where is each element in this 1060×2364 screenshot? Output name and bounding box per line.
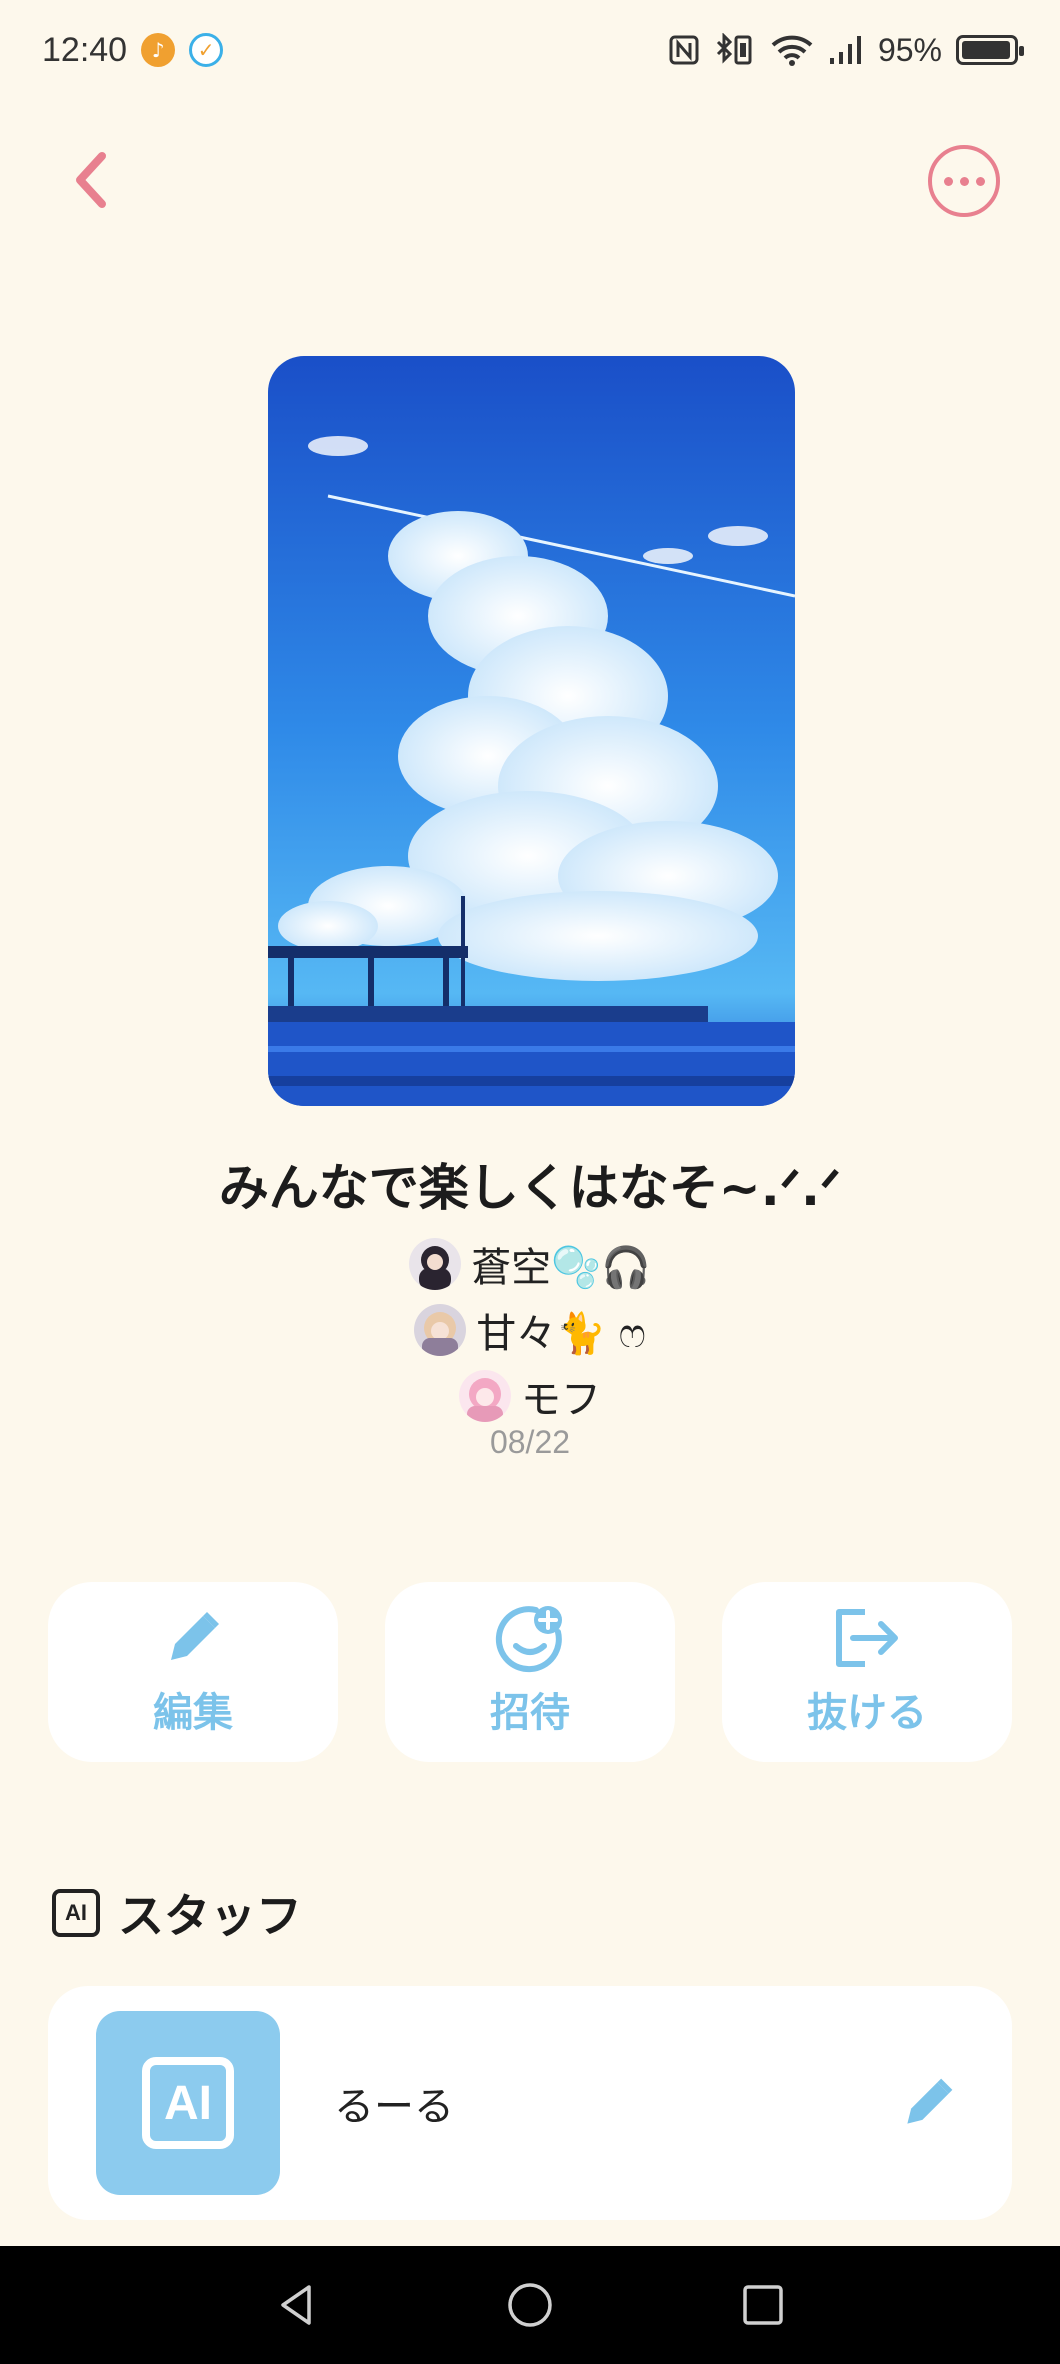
staff-section-heading: AI スタッフ: [52, 1880, 302, 1946]
member-item[interactable]: モフ: [0, 1364, 1060, 1428]
edit-label: 編集: [153, 1690, 233, 1736]
status-right: 95%: [668, 31, 1024, 69]
pencil-icon: [161, 1606, 225, 1670]
staff-avatar: AI: [96, 2011, 280, 2195]
battery-percent: 95%: [877, 31, 942, 68]
room-date: 08/22: [489, 1424, 571, 1460]
bluetooth-vibrate-icon: [714, 33, 756, 67]
ai-badge-icon: AI: [52, 1889, 100, 1937]
member-avatar: [414, 1304, 467, 1356]
back-button[interactable]: [60, 140, 120, 220]
more-button[interactable]: [928, 145, 1000, 217]
member-list: 蒼空🫧🎧 甘々🐈 ෆ モフ: [0, 1232, 1060, 1430]
battery-icon: [956, 35, 1024, 65]
nfc-icon: [668, 34, 700, 66]
triangle-back-icon: [280, 2285, 311, 2325]
nav-back-button[interactable]: [267, 2275, 327, 2335]
member-avatar: [459, 1370, 511, 1422]
nav-recents-button[interactable]: [733, 2275, 793, 2335]
more-dot: [975, 176, 985, 186]
member-avatar: [409, 1238, 462, 1290]
status-left: 12:40 ♪ ✓: [42, 30, 224, 70]
member-name: モフ: [521, 1377, 601, 1423]
system-nav-bar: [0, 2246, 1060, 2364]
signal-icon: [828, 34, 864, 66]
staff-edit-button[interactable]: [892, 2067, 964, 2139]
action-row: 編集 招待 抜ける: [48, 1582, 1012, 1762]
music-app-icon: ♪: [141, 33, 176, 67]
more-dot: [959, 176, 969, 186]
wifi-icon: [770, 33, 814, 67]
exit-icon: [831, 1606, 903, 1670]
pencil-icon: [907, 2078, 953, 2124]
staff-card[interactable]: AI るーる: [48, 1986, 1012, 2220]
member-name: 蒼空🫧🎧: [471, 1245, 651, 1291]
member-name: 甘々🐈 ෆ: [476, 1311, 646, 1357]
circle-home-icon: [508, 2283, 552, 2327]
clock-app-icon: ✓: [189, 33, 224, 67]
more-dot: [943, 176, 953, 186]
leave-label: 抜ける: [807, 1690, 927, 1736]
invite-label: 招待: [490, 1690, 570, 1736]
leave-button[interactable]: 抜ける: [722, 1582, 1012, 1762]
member-item[interactable]: 甘々🐈 ෆ: [0, 1298, 1060, 1362]
invite-button[interactable]: 招待: [385, 1582, 675, 1762]
square-recents-icon: [743, 2285, 784, 2325]
member-item[interactable]: 蒼空🫧🎧: [0, 1232, 1060, 1296]
room-cover-image[interactable]: [268, 356, 795, 1106]
ai-avatar-icon: AI: [142, 2057, 234, 2149]
room-title: みんなで楽しくはなそ~.ᐟ.ᐟ: [218, 1159, 842, 1217]
status-time: 12:40: [42, 30, 128, 69]
chevron-left-icon: [76, 152, 106, 208]
nav-home-button[interactable]: [500, 2275, 560, 2335]
staff-title: スタッフ: [118, 1889, 302, 1943]
add-friend-icon: [494, 1606, 566, 1673]
status-bar: 12:40 ♪ ✓ 95%: [0, 0, 1060, 100]
edit-button[interactable]: 編集: [48, 1582, 338, 1762]
staff-name: るーる: [334, 2084, 454, 2130]
